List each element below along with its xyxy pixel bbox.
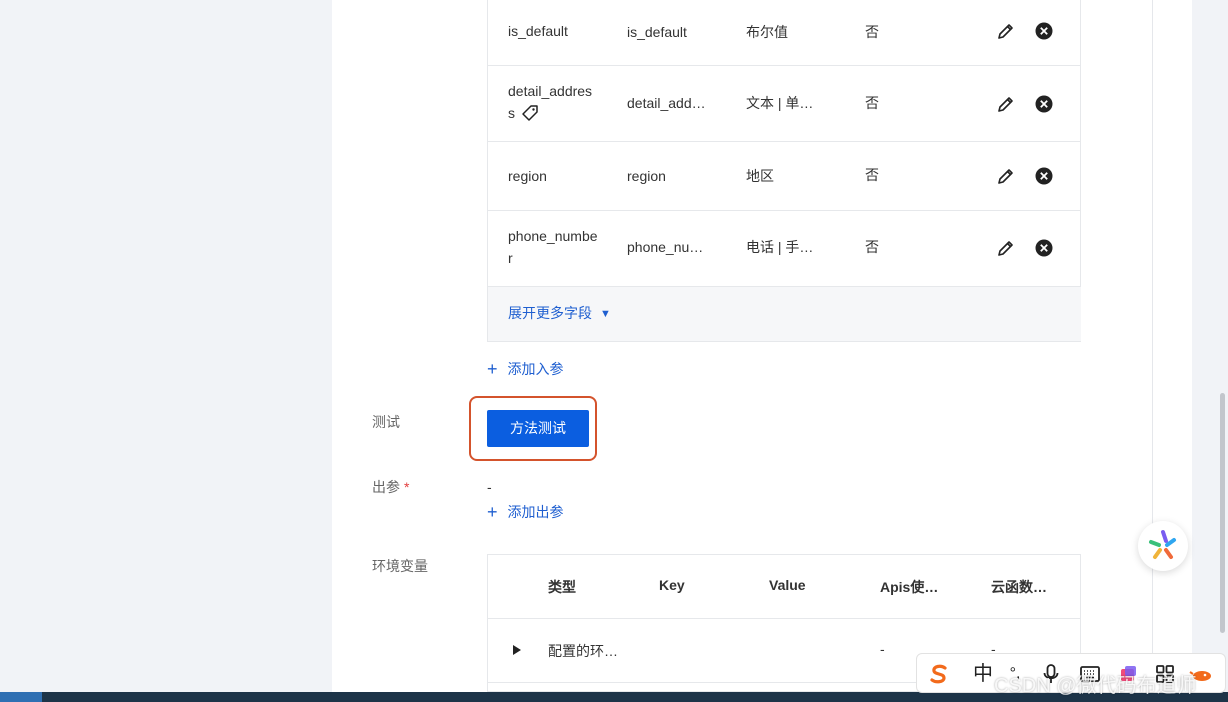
method-test-button[interactable]: 方法测试 [487,410,589,447]
mascot-icon[interactable] [1189,662,1213,686]
edit-icon[interactable] [996,94,1016,114]
grid-menu-icon[interactable] [1153,662,1177,686]
header-type: 类型 [548,579,576,595]
field-type: 文本 | 单… [746,95,814,111]
delete-icon[interactable] [1034,166,1054,186]
env-apis-cell: - [880,641,885,657]
field-required: 否 [865,167,879,183]
expand-more-fields-link[interactable]: 展开更多字段 ▼ [508,303,611,323]
edit-icon[interactable] [996,238,1016,258]
required-mark: * [404,479,410,495]
keyboard-icon[interactable] [1078,662,1102,686]
field-label: region [627,168,666,184]
add-output-param-link[interactable]: + 添加出参 [487,502,564,523]
field-name: is_default [508,23,568,39]
taskbar-active-item[interactable] [0,692,42,702]
header-key: Key [659,577,685,593]
field-name: detail_address [508,83,593,121]
test-label: 测试 [372,414,400,430]
plus-icon: + [487,359,498,379]
left-background [0,0,332,692]
edit-icon[interactable] [996,166,1016,186]
delete-icon[interactable] [1034,21,1054,41]
delete-icon[interactable] [1034,238,1054,258]
field-type: 电话 | 手… [746,239,814,255]
fields-table: is_default is_default 布尔值 否 detail_addre… [487,0,1081,342]
field-row-detail-address: detail_address detail_add… 文本 | 单… 否 [488,66,1081,142]
taskbar [0,692,1228,702]
output-value: - [487,479,492,495]
panel-divider [1152,0,1153,692]
ai-assistant-button[interactable] [1138,521,1188,571]
field-label: detail_add… [627,95,706,111]
field-name: region [508,168,547,184]
field-row-region: region region 地区 否 [488,142,1081,211]
output-label: 出参 * [372,479,410,495]
field-label: is_default [627,24,687,40]
sogou-logo-icon[interactable] [927,662,951,686]
plus-icon: + [487,502,498,522]
microphone-icon[interactable] [1039,662,1063,686]
ime-toolbar: 中 °, [916,653,1226,693]
env-type-cell: 配置的环… [548,643,618,659]
delete-icon[interactable] [1034,94,1054,114]
skin-icon[interactable] [1116,662,1140,686]
field-name: phone_number [508,228,598,266]
tag-icon [522,105,538,121]
caret-down-icon: ▼ [600,308,611,320]
scrollbar-thumb[interactable] [1220,393,1225,633]
field-row-is-default: is_default is_default 布尔值 否 [488,0,1081,66]
header-cloud-function: 云函数… [991,579,1047,595]
env-table-header: 类型 Key Value Apis使… 云函数… [488,555,1080,619]
field-row-phone-number: phone_number phone_nu… 电话 | 手… 否 [488,211,1081,287]
field-label: phone_nu… [627,239,704,255]
punctuation-toggle[interactable]: °, [1003,662,1027,686]
add-input-param-link[interactable]: + 添加入参 [487,359,564,380]
env-vars-label: 环境变量 [372,558,428,574]
header-value: Value [769,577,806,593]
field-required: 否 [865,95,879,111]
chinese-mode-toggle[interactable]: 中 [971,662,995,686]
header-apis: Apis使… [880,579,939,595]
field-type: 布尔值 [746,24,788,40]
expand-row-icon[interactable] [513,645,521,655]
sparkle-logo-icon [1149,530,1176,559]
expand-row: 展开更多字段 ▼ [488,287,1081,341]
field-required: 否 [865,24,879,40]
edit-icon[interactable] [996,21,1016,41]
field-required: 否 [865,239,879,255]
field-type: 地区 [746,168,774,184]
